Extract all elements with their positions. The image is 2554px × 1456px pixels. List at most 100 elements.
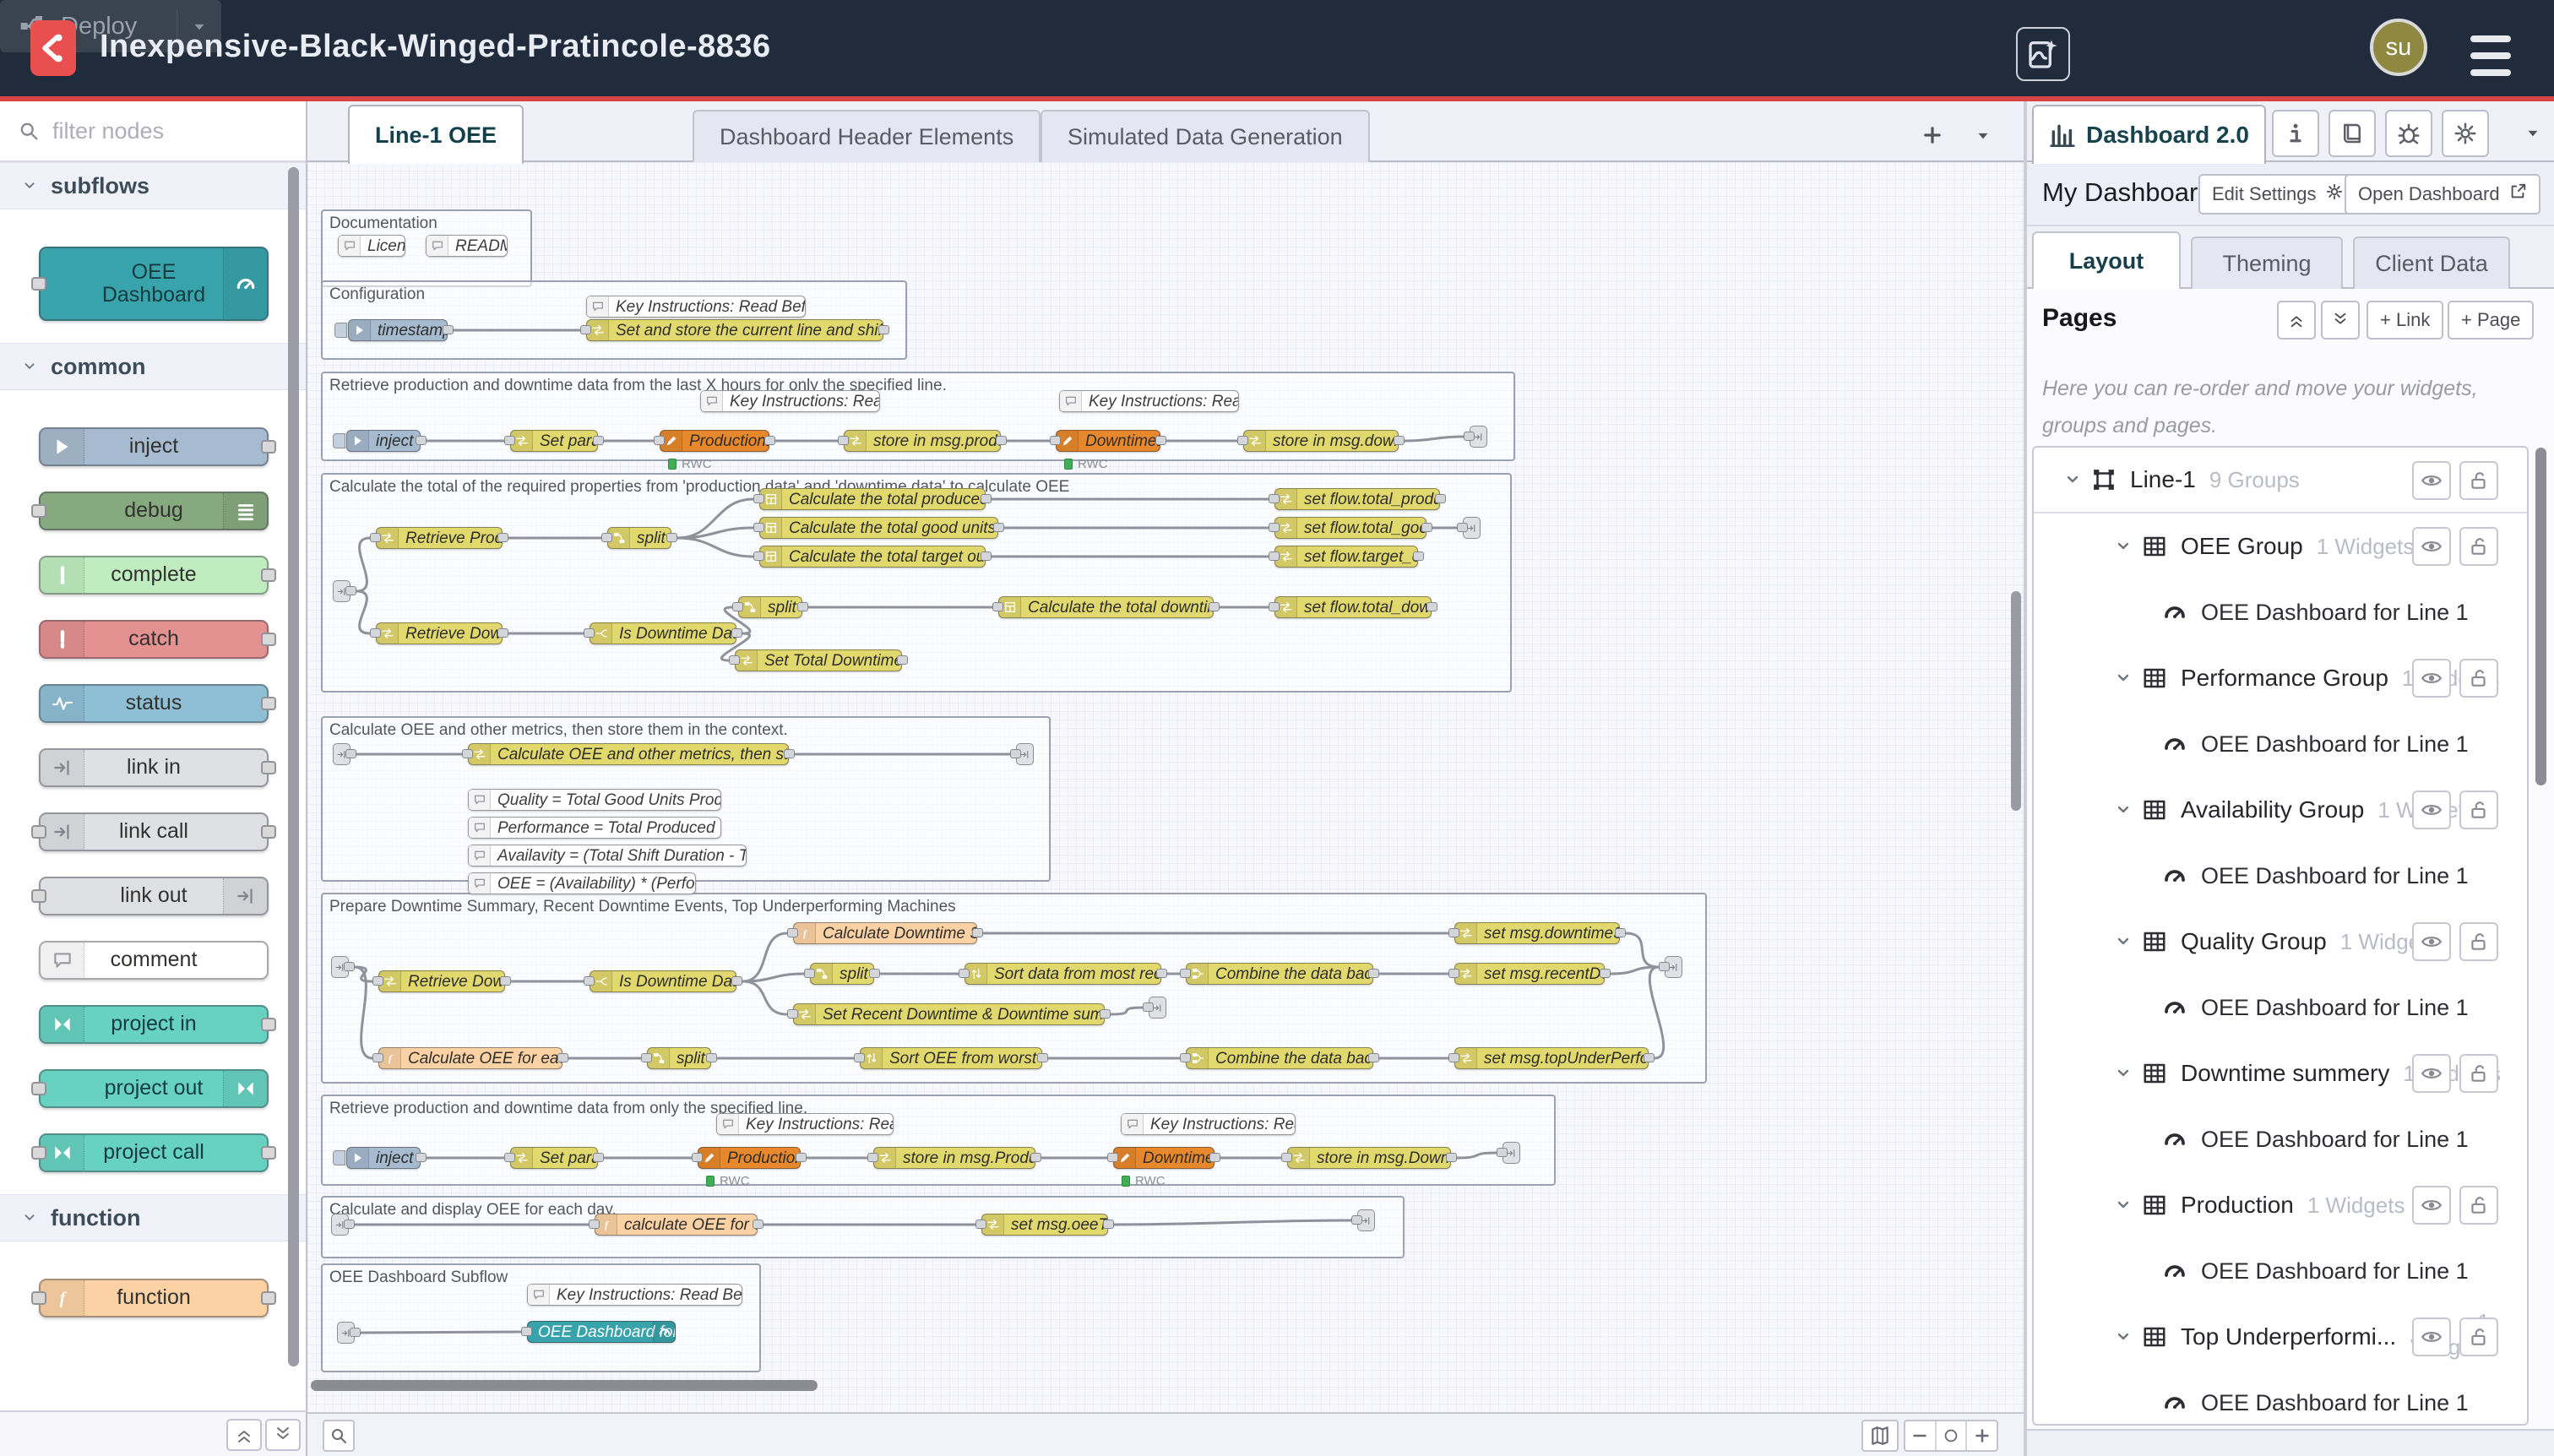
- flow-node-switch[interactable]: Is Downtime Data Empty?: [590, 970, 736, 992]
- flow-node-db[interactable]: DowntimeData: [1056, 430, 1160, 452]
- expand-pages-button[interactable]: [2321, 301, 2360, 340]
- visibility-button[interactable]: [2412, 1054, 2451, 1093]
- add-page-button[interactable]: + Page: [2448, 301, 2534, 340]
- palette-node-inject[interactable]: inject: [39, 427, 269, 466]
- output-port[interactable]: [1103, 1220, 1114, 1229]
- help-tab-button[interactable]: [2328, 110, 2376, 157]
- flow-node-comment[interactable]: README: [426, 235, 508, 257]
- tree-row-group[interactable]: Downtime summery1 Widgets: [2034, 1040, 2527, 1106]
- flow-node-split[interactable]: split: [810, 963, 874, 985]
- flow-node-change[interactable]: store in msg.DowntimeData: [1287, 1147, 1451, 1169]
- output-port[interactable]: [1156, 969, 1167, 978]
- visibility-button[interactable]: [2412, 1186, 2451, 1225]
- output-port[interactable]: [497, 628, 508, 638]
- flow-node-func[interactable]: fcalculate OEE for each day: [595, 1214, 758, 1236]
- flow-node-change[interactable]: set flow.total_produced_units: [1274, 488, 1440, 510]
- flow-node-link-in[interactable]: [333, 580, 350, 602]
- flow-node-link-in[interactable]: [333, 743, 350, 765]
- flow-node-split[interactable]: split: [607, 527, 671, 549]
- flow-node-comment[interactable]: Quality = Total Good Units Produced / To…: [468, 789, 721, 811]
- input-port[interactable]: [504, 436, 515, 445]
- input-port[interactable]: [31, 1146, 46, 1160]
- canvas-search-button[interactable]: [323, 1420, 355, 1452]
- output-port[interactable]: [753, 1220, 763, 1229]
- output-port[interactable]: [869, 969, 880, 978]
- palette-node-project-in[interactable]: project in: [39, 1005, 269, 1044]
- palette-node-link-in[interactable]: link in: [39, 748, 269, 787]
- output-port[interactable]: [500, 976, 511, 986]
- flow-node-sort[interactable]: Sort OEE from worst to best: [860, 1047, 1042, 1069]
- zoom-reset-button[interactable]: [1937, 1421, 1968, 1450]
- input-port[interactable]: [729, 655, 740, 665]
- visibility-button[interactable]: [2412, 922, 2451, 961]
- palette-node-link-call[interactable]: link call: [39, 812, 269, 851]
- collapse-pages-button[interactable]: [2277, 301, 2316, 340]
- flow-node-change[interactable]: set flow.total_downtime: [1274, 596, 1432, 618]
- palette-node-catch[interactable]: catch: [39, 620, 269, 659]
- flow-node-link-out[interactable]: [1470, 426, 1487, 448]
- flow-node-comment[interactable]: Key Instructions: Read Before Proceeding: [1059, 390, 1239, 412]
- output-port[interactable]: [878, 325, 889, 334]
- palette-node-debug[interactable]: debug: [39, 492, 269, 530]
- visibility-button[interactable]: [2412, 461, 2451, 500]
- flow-node-comment[interactable]: Key Instructions: Read Before Proceeding: [527, 1284, 742, 1306]
- edit-settings-button[interactable]: Edit Settings: [2198, 174, 2357, 215]
- lock-button[interactable]: [2459, 461, 2498, 500]
- flow-node-link-out[interactable]: [1016, 743, 1034, 765]
- output-port[interactable]: [1030, 1153, 1041, 1162]
- flow-node-change[interactable]: set msg.recentDowntime: [1454, 963, 1605, 985]
- flow-node-comment[interactable]: License: [338, 235, 405, 257]
- expand-all-button[interactable]: [265, 1419, 301, 1451]
- input-port[interactable]: [31, 1082, 46, 1095]
- flow-node-change[interactable]: Retrieve Downtime Data: [376, 622, 503, 644]
- lock-button[interactable]: [2459, 1317, 2498, 1356]
- flow-node-change[interactable]: set msg.oeeTrend: [981, 1214, 1108, 1236]
- flow-node-link-in[interactable]: [331, 956, 349, 978]
- input-port[interactable]: [1107, 1153, 1118, 1162]
- flow-node-split[interactable]: split: [647, 1047, 711, 1069]
- flow-node-comment[interactable]: Key Instructions: Read Before Proceeding: [586, 296, 806, 318]
- output-port[interactable]: [1100, 1009, 1111, 1019]
- tree-row-widget[interactable]: OEE Dashboard for Line 1: [2034, 1370, 2527, 1426]
- visibility-button[interactable]: [2412, 790, 2451, 829]
- lock-button[interactable]: [2459, 1054, 2498, 1093]
- output-port[interactable]: [261, 761, 276, 774]
- tab-dashboard-header-elements[interactable]: Dashboard Header Elements: [693, 110, 1041, 162]
- tab-line-1-oee[interactable]: Line-1 OEE: [348, 105, 524, 164]
- flow-node-db[interactable]: ProductionData: [660, 430, 769, 452]
- input-port[interactable]: [838, 436, 849, 445]
- palette-node-complete[interactable]: complete: [39, 556, 269, 595]
- inject-button[interactable]: [333, 433, 345, 448]
- input-port[interactable]: [867, 1153, 878, 1162]
- flow-node-join[interactable]: Combine the data back into an array.: [1186, 963, 1373, 985]
- flow-node-change[interactable]: Set params: [510, 430, 598, 452]
- output-port[interactable]: [1394, 436, 1405, 445]
- input-port[interactable]: [1448, 1053, 1459, 1062]
- flow-node-db[interactable]: DowntimeData: [1113, 1147, 1215, 1169]
- flow-node-inject[interactable]: inject ↻: [346, 430, 421, 452]
- visibility-button[interactable]: [2412, 527, 2451, 566]
- navigator-toggle-button[interactable]: [1861, 1420, 1899, 1452]
- config-tab-button[interactable]: [2442, 110, 2489, 157]
- input-port[interactable]: [31, 825, 46, 839]
- input-port[interactable]: [1180, 969, 1191, 978]
- node-red-logo-icon[interactable]: [30, 20, 76, 76]
- tree-row-widget[interactable]: OEE Dashboard for Line 1: [2034, 711, 2527, 777]
- output-port[interactable]: [993, 523, 1004, 532]
- output-port[interactable]: [261, 697, 276, 710]
- input-port[interactable]: [1050, 436, 1061, 445]
- flow-node-comment[interactable]: Key Instructions: Read Before Proceeding: [1121, 1113, 1296, 1135]
- output-port[interactable]: [261, 1291, 276, 1305]
- flow-node-change[interactable]: store in msg.ProductionData: [873, 1147, 1035, 1169]
- lock-button[interactable]: [2459, 1186, 2498, 1225]
- flow-node-calc[interactable]: Calculate the total downtime duration: [998, 596, 1214, 618]
- input-port[interactable]: [1448, 928, 1459, 937]
- flow-node-link-in[interactable]: [337, 1322, 355, 1344]
- input-port[interactable]: [1269, 602, 1280, 611]
- output-port[interactable]: [1446, 1153, 1457, 1162]
- add-link-button[interactable]: + Link: [2367, 301, 2443, 340]
- input-port[interactable]: [462, 749, 473, 758]
- flow-node-db[interactable]: ProductionData: [698, 1147, 801, 1169]
- output-port[interactable]: [261, 568, 276, 582]
- input-port[interactable]: [753, 494, 764, 503]
